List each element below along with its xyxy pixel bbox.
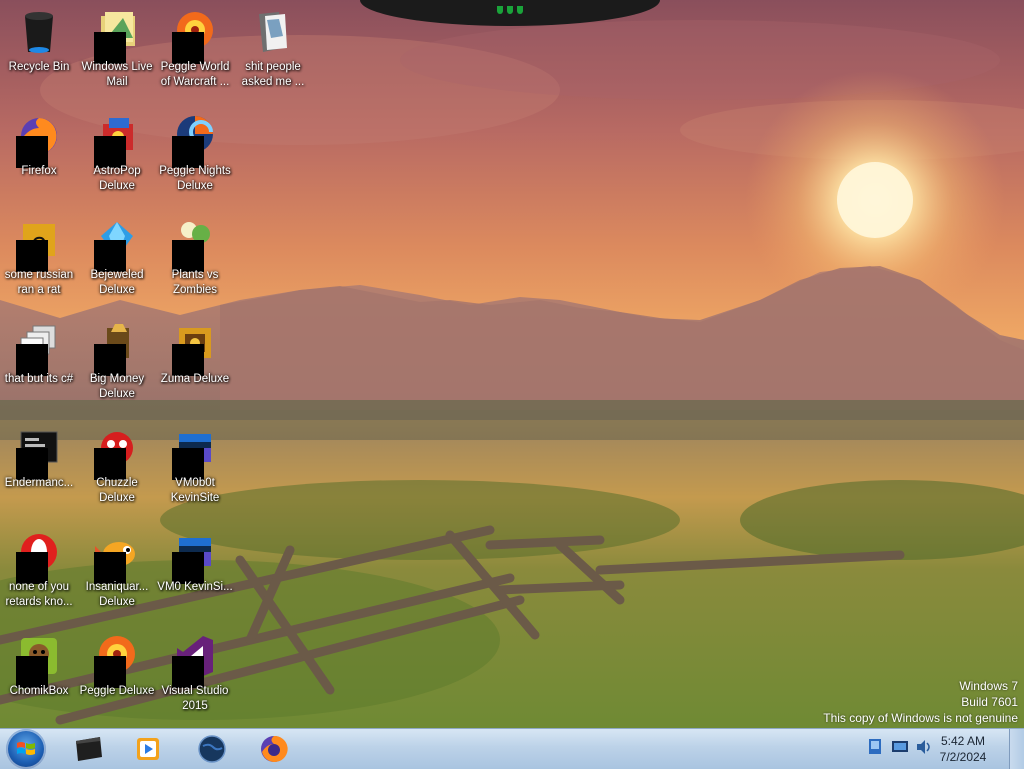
icon-label: Insaniquar... Deluxe [85, 581, 149, 608]
icon-folder-shit-people[interactable]: shit people asked me ... [234, 2, 312, 98]
watermark-os: Windows 7 [959, 679, 1018, 693]
icon-label: Peggle World of Warcraft ... [160, 61, 230, 88]
icon-endermanch[interactable]: Endermanc... [0, 418, 78, 514]
icon-label: Big Money Deluxe [89, 373, 145, 400]
taskbar-firefox[interactable] [248, 731, 300, 767]
display-icon[interactable] [890, 737, 910, 757]
windows-flag-icon [17, 742, 35, 755]
genuine-watermark: Windows 7 Build 7601 This copy of Window… [823, 678, 1018, 726]
media-player-icon [137, 738, 159, 760]
icon-insaniquarium-deluxe[interactable]: Insaniquar... Deluxe [78, 522, 156, 618]
icon-label: ChomikBox [9, 685, 69, 697]
icon-label: VM0 KevinSi... [157, 581, 233, 593]
icon-label: shit people asked me ... [241, 61, 305, 88]
show-desktop-button[interactable] [1009, 729, 1024, 769]
icon-label: Endermanc... [4, 477, 74, 489]
icon-chuzzle-deluxe[interactable]: Chuzzle Deluxe [78, 418, 156, 514]
icon-label: Recycle Bin [8, 61, 70, 73]
icon-vm0b0t-kevinsite[interactable]: VM0b0t KevinSite [156, 418, 234, 514]
icon-peggle-world-of-warcraft[interactable]: Peggle World of Warcraft ... [156, 2, 234, 98]
watermark-genuine: This copy of Windows is not genuine [823, 711, 1018, 725]
icon-none-of-you-retards[interactable]: none of you retards kno... [0, 522, 78, 618]
terminal-icon [76, 737, 102, 761]
icon-some-russian-ran-a-rat[interactable]: esome russian ran a rat [0, 210, 78, 306]
icon-label: Peggle Nights Deluxe [159, 165, 231, 192]
folder-icon [249, 8, 297, 56]
icon-label: Visual Studio 2015 [161, 685, 229, 712]
globe-icon [198, 735, 226, 763]
icon-label: VM0b0t KevinSite [170, 477, 220, 504]
taskbar-media-player[interactable] [122, 731, 174, 767]
icon-bejeweled-deluxe[interactable]: Bejeweled Deluxe [78, 210, 156, 306]
gadget-grip-icon[interactable] [496, 6, 524, 16]
icon-label: Zuma Deluxe [160, 373, 230, 385]
icon-windows-live-mail[interactable]: Windows Live Mail [78, 2, 156, 98]
watermark-build: Build 7601 [961, 695, 1018, 709]
start-button[interactable] [6, 729, 46, 769]
taskbar-globe[interactable] [186, 731, 238, 767]
icon-vm0-kevinsite[interactable]: VM0 KevinSi... [156, 522, 234, 618]
icon-label: Plants vs Zombies [171, 269, 219, 296]
icon-visual-studio-2015[interactable]: Visual Studio 2015 [156, 626, 234, 722]
icon-that-but-its-csharp[interactable]: that but its c# [0, 314, 78, 410]
icon-plants-vs-zombies[interactable]: Plants vs Zombies [156, 210, 234, 306]
network-icon[interactable] [866, 737, 886, 757]
firefox-icon [261, 735, 288, 762]
recycle-bin-icon [15, 8, 63, 56]
icon-recycle-bin[interactable]: Recycle Bin [0, 2, 78, 98]
icon-label: Firefox [21, 165, 57, 177]
icon-label: Peggle Deluxe [79, 685, 155, 697]
icon-firefox[interactable]: Firefox [0, 106, 78, 202]
clock[interactable]: 5:42 AM 7/2/2024 [928, 733, 998, 765]
taskbar-terminal[interactable] [62, 731, 114, 767]
icon-label: Bejeweled Deluxe [90, 269, 144, 296]
taskbar: 5:42 AM 7/2/2024 [0, 728, 1024, 769]
icon-zuma-deluxe[interactable]: Zuma Deluxe [156, 314, 234, 410]
icon-big-money-deluxe[interactable]: Big Money Deluxe [78, 314, 156, 410]
clock-date: 7/2/2024 [939, 750, 987, 764]
icon-astropop-deluxe[interactable]: AstroPop Deluxe [78, 106, 156, 202]
icon-label: none of you retards kno... [5, 581, 73, 608]
icon-peggle-deluxe[interactable]: Peggle Deluxe [78, 626, 156, 722]
icon-label: some russian ran a rat [4, 269, 74, 296]
icon-label: Windows Live Mail [81, 61, 153, 88]
icon-chomikbox[interactable]: ChomikBox [0, 626, 78, 722]
icon-label: that but its c# [4, 373, 74, 385]
icon-label: AstroPop Deluxe [93, 165, 141, 192]
clock-time: 5:42 AM [940, 734, 986, 748]
icon-label: Chuzzle Deluxe [96, 477, 138, 504]
icon-peggle-nights-deluxe[interactable]: Peggle Nights Deluxe [156, 106, 234, 202]
